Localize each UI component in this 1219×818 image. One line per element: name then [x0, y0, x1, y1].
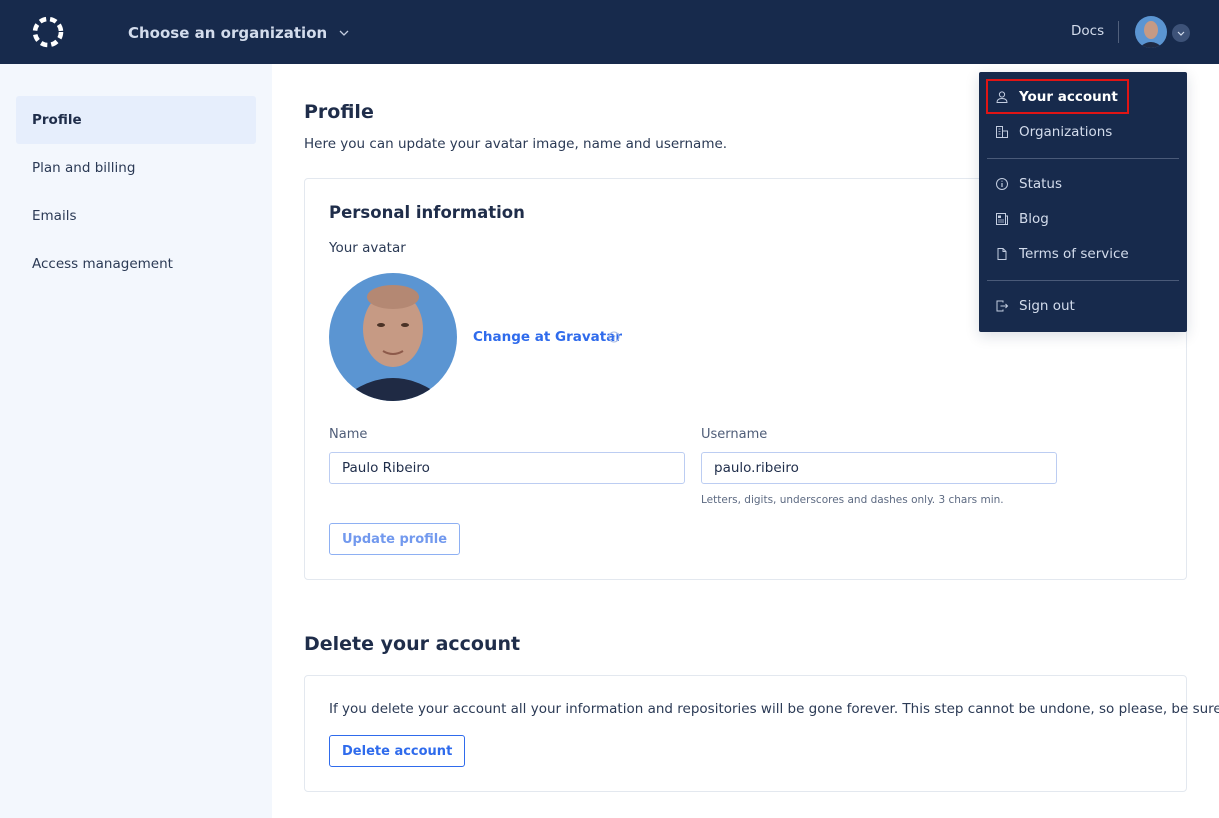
help-icon[interactable]: ? [608, 331, 620, 343]
avatar-image [1135, 16, 1167, 48]
name-input[interactable] [329, 452, 685, 484]
sidebar-item-label: Access management [32, 256, 173, 272]
menu-item-organizations[interactable]: Organizations [987, 115, 1179, 149]
menu-item-label: Sign out [1019, 298, 1075, 314]
document-icon [995, 247, 1009, 261]
settings-sidebar: Profile Plan and billing Emails Access m… [0, 64, 272, 818]
profile-avatar [329, 273, 457, 401]
topbar-divider [1118, 21, 1119, 43]
menu-item-your-account[interactable]: Your account [987, 80, 1179, 114]
menu-item-label: Organizations [1019, 124, 1113, 140]
name-label: Name [329, 427, 368, 442]
menu-item-blog[interactable]: Blog [987, 202, 1179, 236]
user-menu-dropdown: Your account Organizations Status Blog T… [979, 72, 1187, 332]
avatar-image [329, 273, 457, 401]
organization-selector[interactable]: Choose an organization [128, 22, 349, 44]
sidebar-item-label: Profile [32, 112, 82, 128]
username-label: Username [701, 427, 768, 442]
menu-item-status[interactable]: Status [987, 167, 1179, 201]
logo-icon[interactable] [31, 15, 65, 49]
sidebar-item-label: Emails [32, 208, 77, 224]
user-menu-toggle[interactable] [1172, 24, 1190, 42]
sidebar-item-emails[interactable]: Emails [16, 192, 256, 240]
newspaper-icon [995, 212, 1009, 226]
menu-divider [987, 158, 1179, 159]
username-input[interactable] [701, 452, 1057, 484]
page-title: Profile [304, 101, 374, 123]
avatar-label: Your avatar [329, 240, 406, 256]
sidebar-item-plan-and-billing[interactable]: Plan and billing [16, 144, 256, 192]
delete-account-card: If you delete your account all your info… [304, 675, 1219, 792]
building-icon [995, 125, 1009, 139]
top-navbar: Choose an organization Docs [0, 0, 1219, 64]
svg-text:?: ? [612, 334, 616, 342]
docs-link[interactable]: Docs [1071, 23, 1104, 39]
update-profile-button[interactable]: Update profile [329, 523, 461, 555]
organization-selector-label: Choose an organization [128, 24, 328, 42]
info-icon [995, 177, 1009, 191]
username-hint: Letters, digits, underscores and dashes … [701, 494, 1004, 506]
page-subtitle: Here you can update your avatar image, n… [304, 136, 728, 152]
change-at-gravatar-link[interactable]: Change at Gravatar [473, 329, 622, 345]
menu-item-sign-out[interactable]: Sign out [987, 289, 1179, 323]
delete-account-title: Delete your account [304, 633, 521, 655]
chevron-down-icon [1177, 31, 1185, 36]
sidebar-item-label: Plan and billing [32, 160, 136, 176]
sign-out-icon [995, 299, 1009, 313]
user-icon [995, 90, 1009, 104]
chevron-down-icon [339, 30, 349, 36]
sidebar-item-profile[interactable]: Profile [16, 96, 256, 144]
menu-item-terms-of-service[interactable]: Terms of service [987, 237, 1179, 271]
menu-item-label: Terms of service [1019, 246, 1129, 262]
menu-item-label: Your account [1019, 89, 1118, 105]
delete-account-button[interactable]: Delete account [329, 735, 466, 767]
menu-item-label: Blog [1019, 211, 1049, 227]
menu-divider [987, 280, 1179, 281]
sidebar-item-access-management[interactable]: Access management [16, 240, 256, 288]
personal-information-title: Personal information [329, 203, 525, 222]
menu-item-label: Status [1019, 176, 1063, 192]
delete-account-warning: If you delete your account all your info… [329, 701, 1219, 717]
user-avatar[interactable] [1135, 16, 1167, 48]
